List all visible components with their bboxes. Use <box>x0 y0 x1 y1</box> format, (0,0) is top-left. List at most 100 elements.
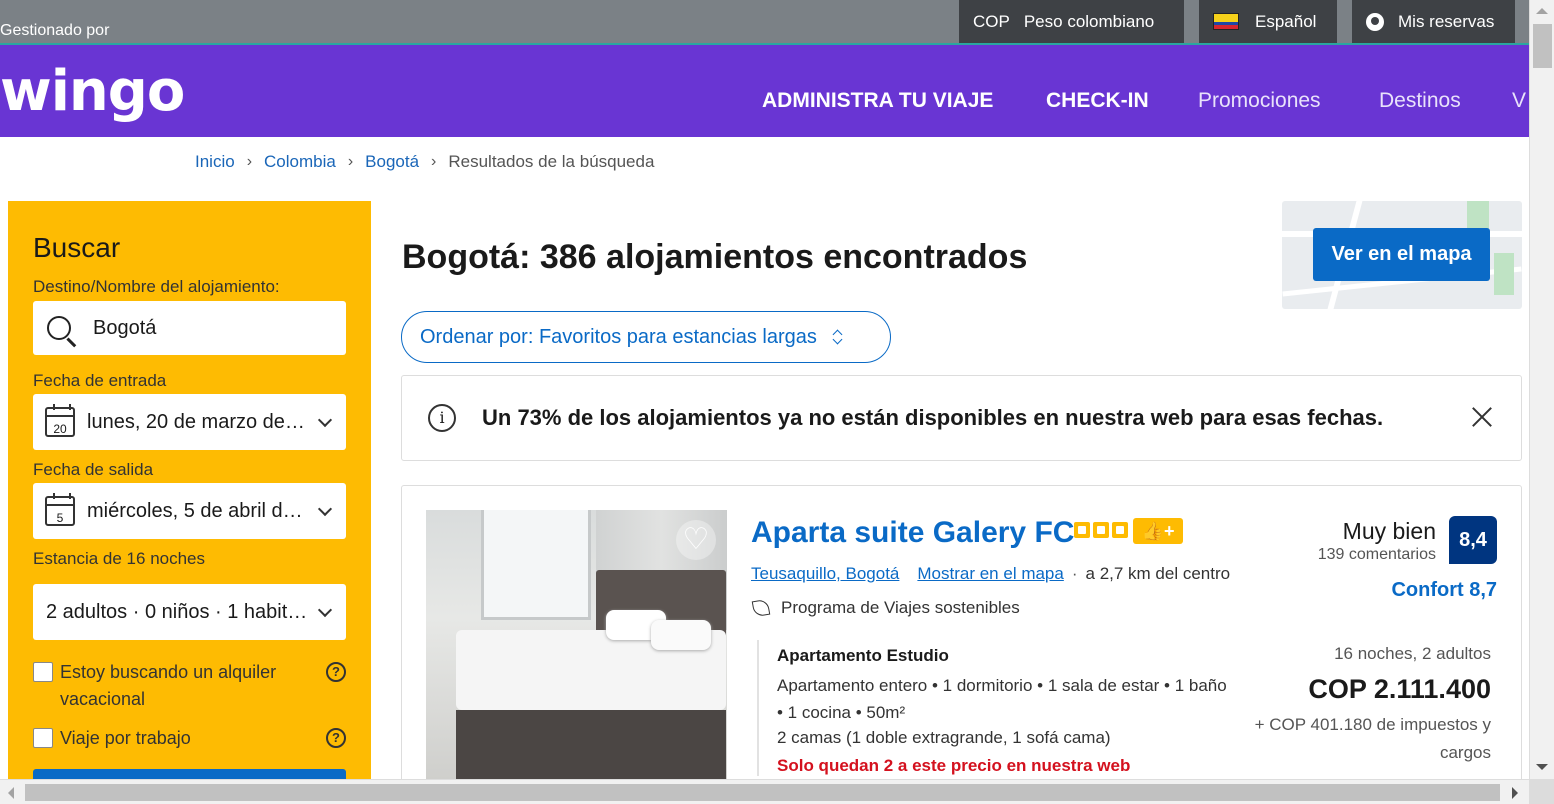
scroll-right-arrow-icon[interactable] <box>1512 787 1518 799</box>
my-reservations-button[interactable]: Mis reservas <box>1352 0 1515 43</box>
dot-separator: · <box>1071 564 1078 583</box>
colombia-flag-icon <box>1213 13 1239 30</box>
checkout-date-field[interactable]: 5 miércoles, 5 de abril de 2023 <box>33 483 346 539</box>
help-icon[interactable]: ? <box>326 728 346 748</box>
work-trip-checkbox[interactable] <box>33 728 53 748</box>
my-reservations-label: Mis reservas <box>1398 11 1495 31</box>
wingo-logo[interactable]: wingo <box>0 59 185 124</box>
location-link[interactable]: Teusaquillo, Bogotá <box>751 564 899 584</box>
sustainable-label: Programa de Viajes sostenibles <box>781 598 1020 617</box>
breadcrumb-current: Resultados de la búsqueda <box>448 152 655 171</box>
sort-dropdown[interactable]: Ordenar por: Favoritos para estancias la… <box>401 311 891 363</box>
heart-icon[interactable]: ♡ <box>676 520 716 560</box>
scroll-down-arrow-icon[interactable] <box>1536 764 1548 770</box>
location-row: Teusaquillo, Bogotá Mostrar en el mapa ·… <box>751 564 1230 584</box>
results-title: Bogotá: 386 alojamientos encontrados <box>402 238 1028 276</box>
close-icon[interactable] <box>1471 406 1493 428</box>
show-map-link[interactable]: Mostrar en el mapa <box>917 564 1063 584</box>
managed-by-text: Gestionado por <box>0 22 110 39</box>
horizontal-scrollbar[interactable] <box>0 779 1529 804</box>
search-sidebar: Buscar Destino/Nombre del alojamiento: B… <box>8 201 371 804</box>
view-on-map-button[interactable]: Ver en el mapa <box>1313 228 1490 281</box>
stay-summary: 16 noches, 2 adultos <box>1334 644 1491 663</box>
currency-button[interactable]: COP Peso colombiano <box>959 0 1184 43</box>
star-icon <box>1112 522 1128 538</box>
total-price: COP 2.111.400 <box>1308 674 1491 704</box>
checkout-value: miércoles, 5 de abril de 2023 <box>87 499 308 522</box>
vacation-rental-checkbox[interactable] <box>33 662 53 682</box>
sustainable-program: Programa de Viajes sostenibles <box>751 598 1020 618</box>
nav-destinations[interactable]: Destinos <box>1379 89 1461 113</box>
nav-check-in[interactable]: CHECK-IN <box>1046 89 1149 113</box>
sort-chevrons-icon <box>833 329 843 345</box>
scroll-left-arrow-icon[interactable] <box>8 787 14 799</box>
stay-length-label: Estancia de 16 noches <box>33 549 206 568</box>
search-icon <box>47 316 71 340</box>
checkin-label: Fecha de entrada <box>33 371 167 390</box>
search-title: Buscar <box>33 232 121 263</box>
scrollbar-corner <box>1529 779 1554 804</box>
sort-label: Ordenar por: Favoritos para estancias la… <box>420 325 817 348</box>
main-navbar: wingo ADMINISTRA TU VIAJE CHECK-IN Promo… <box>0 45 1529 137</box>
rating-word: Muy bien <box>1342 518 1436 544</box>
photo-pillow <box>651 620 711 650</box>
currency-name: Peso colombiano <box>1023 11 1155 31</box>
leaf-icon <box>751 598 771 618</box>
user-icon <box>1366 12 1384 31</box>
breadcrumb-home[interactable]: Inicio <box>195 152 235 172</box>
vertical-scroll-thumb[interactable] <box>1533 24 1552 68</box>
unit-name: Apartamento Estudio <box>777 646 949 665</box>
star-icon <box>1093 522 1109 538</box>
chevron-down-icon <box>317 501 333 517</box>
breadcrumb-country[interactable]: Colombia <box>264 152 336 172</box>
destination-value: Bogotá <box>93 316 157 339</box>
scroll-up-arrow-icon[interactable] <box>1536 8 1548 14</box>
review-score-badge: 8,4 <box>1449 516 1497 564</box>
help-icon[interactable]: ? <box>326 662 346 682</box>
map-park <box>1494 253 1514 295</box>
taxes-note: + COP 401.180 de impuestos y cargos <box>1254 715 1491 762</box>
horizontal-scroll-thumb[interactable] <box>25 784 1500 801</box>
thumbs-up-plus-badge-icon: 👍+ <box>1133 518 1183 544</box>
breadcrumb-separator-icon: › <box>246 153 253 170</box>
photo-window <box>481 510 591 620</box>
star-rating <box>1074 522 1128 538</box>
photo-bed-base <box>456 710 726 780</box>
language-label: Español <box>1255 11 1317 31</box>
vertical-scrollbar[interactable] <box>1529 0 1554 804</box>
nav-promotions[interactable]: Promociones <box>1198 89 1321 113</box>
unit-beds: 2 camas (1 doble extragrande, 1 sofá cam… <box>777 728 1111 747</box>
review-count: 139 comentarios <box>1317 546 1436 563</box>
calendar-icon: 20 <box>45 404 75 437</box>
availability-notice: i Un 73% de los alojamientos ya no están… <box>401 375 1522 461</box>
breadcrumb-separator-icon: › <box>347 153 354 170</box>
breadcrumb: Inicio › Colombia › Bogotá › Resultados … <box>195 152 654 172</box>
checkin-date-field[interactable]: 20 lunes, 20 de marzo de 2023 <box>33 394 346 450</box>
availability-warning: Solo quedan 2 a este precio en nuestra w… <box>777 756 1131 775</box>
breadcrumb-city[interactable]: Bogotá <box>365 152 419 172</box>
star-icon <box>1074 522 1090 538</box>
work-trip-row: Viaje por trabajo ? <box>33 725 346 752</box>
property-card[interactable]: ♡ Aparta suite Galery FC 👍+ Teusaquillo,… <box>401 485 1522 804</box>
destination-input[interactable]: Bogotá <box>33 301 346 355</box>
property-photo[interactable]: ♡ <box>426 510 727 780</box>
currency-code: COP <box>973 11 1010 31</box>
guests-value: 2 adultos · 0 niños · 1 habitación <box>46 600 308 623</box>
property-name[interactable]: Aparta suite Galery FC <box>751 516 1074 550</box>
top-utility-bar: Gestionado por COP Peso colombiano Españ… <box>0 0 1529 45</box>
nav-manage-trip[interactable]: ADMINISTRA TU VIAJE <box>762 89 993 113</box>
destination-label: Destino/Nombre del alojamiento: <box>33 277 280 296</box>
guests-selector[interactable]: 2 adultos · 0 niños · 1 habitación <box>33 584 346 640</box>
language-button[interactable]: Español <box>1199 0 1337 43</box>
unit-description: Apartamento entero • 1 dormitorio • 1 sa… <box>777 676 1227 722</box>
checkin-value: lunes, 20 de marzo de 2023 <box>87 410 308 433</box>
breadcrumb-separator-icon: › <box>431 153 437 170</box>
calendar-icon: 5 <box>45 493 75 526</box>
checkout-label: Fecha de salida <box>33 460 154 479</box>
comfort-score: Confort 8,7 <box>1391 579 1497 601</box>
vacation-rental-label: Estoy buscando un alquiler vacacional <box>60 662 277 709</box>
distance-text: a 2,7 km del centro <box>1085 564 1231 583</box>
nav-more-truncated[interactable]: V <box>1512 89 1526 113</box>
unit-details: Apartamento Estudio Apartamento entero •… <box>757 640 1227 776</box>
chevron-down-icon <box>317 602 333 618</box>
